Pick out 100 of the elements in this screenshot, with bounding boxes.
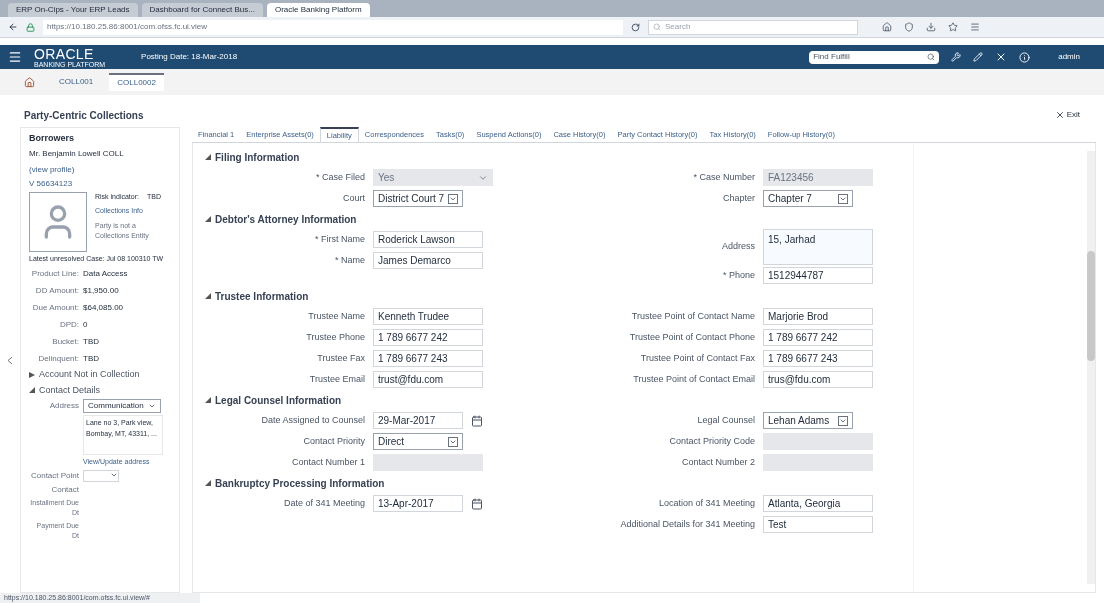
input-field[interactable]: FA123456 — [763, 169, 873, 186]
page-title: Party-Centric Collections — [24, 108, 144, 123]
group-header[interactable]: Account Not in Collection — [29, 368, 171, 382]
breadcrumb-tab[interactable]: COLL001 — [51, 73, 102, 91]
field-label: Contact Priority Code — [668, 434, 755, 448]
group-header[interactable]: Contact Details — [29, 383, 171, 397]
input-field[interactable] — [763, 454, 873, 471]
pencil-icon[interactable] — [973, 52, 984, 62]
input-field[interactable]: 1 789 6677 243 — [373, 350, 483, 367]
field-label: Contact Point — [29, 469, 79, 482]
reload-icon[interactable] — [631, 22, 640, 32]
input-field[interactable]: trust@fdu.com — [373, 371, 483, 388]
scrollbar[interactable] — [1087, 151, 1095, 584]
home-icon[interactable] — [882, 22, 892, 32]
input-field[interactable] — [763, 433, 873, 450]
calendar-icon[interactable] — [471, 414, 483, 427]
search-field[interactable]: Find Fulfill — [809, 50, 940, 64]
field-label: Trustee Fax — [316, 351, 365, 365]
field-label: * Name — [334, 253, 365, 267]
expanded-triangle-icon — [205, 216, 211, 222]
field-label: Date Assigned to Counsel — [260, 413, 365, 427]
browser-tab[interactable]: Oracle Banking Platform — [266, 3, 370, 17]
text-area[interactable]: 15, Jarhad — [763, 229, 873, 265]
search-icon — [927, 53, 936, 61]
field-label: Trustee Point of Contact Name — [630, 309, 755, 323]
field-label: Chapter — [721, 191, 755, 205]
input-field[interactable]: 1 789 6677 242 — [373, 329, 483, 346]
date-field[interactable]: 29-Mar-2017 — [373, 412, 463, 429]
home-icon[interactable] — [24, 76, 35, 88]
dropdown[interactable]: Communication — [83, 399, 161, 413]
wrench-icon[interactable] — [951, 52, 962, 62]
calendar-icon[interactable] — [471, 497, 483, 510]
expanded-triangle-icon — [205, 480, 211, 486]
date-field[interactable]: 13-Apr-2017 — [373, 495, 463, 512]
back-icon[interactable] — [8, 22, 18, 32]
section-header[interactable]: Debtor's Attorney Information — [205, 209, 901, 229]
collapse-handle-icon[interactable] — [8, 356, 12, 364]
field-label: Location of 341 Meeting — [657, 496, 755, 510]
fact-value: TBD — [83, 335, 99, 348]
browser-tab[interactable]: Dashboard for Connect Bus... — [141, 3, 263, 17]
section-header[interactable]: Trustee Information — [205, 286, 901, 306]
user-menu[interactable]: admin — [1058, 51, 1080, 63]
logo: ORACLE — [34, 46, 95, 61]
input-field[interactable]: Kenneth Trudee — [373, 308, 483, 325]
info-icon[interactable] — [1019, 51, 1031, 63]
menu-icon[interactable] — [8, 50, 22, 64]
section-header[interactable]: Filing Information — [205, 147, 901, 167]
expanded-triangle-icon — [205, 154, 211, 160]
input-field[interactable]: Atlanta, Georgia — [763, 495, 873, 512]
download-icon[interactable] — [926, 22, 936, 32]
panel-title: Borrowers — [29, 132, 75, 145]
view-profile-link[interactable]: (view profile) — [29, 163, 75, 176]
exit-button[interactable]: Exit — [1054, 109, 1080, 121]
input-field[interactable]: Marjorie Brod — [763, 308, 873, 325]
breadcrumb-tab[interactable]: COLL0002 — [109, 73, 164, 91]
caret-icon — [448, 436, 458, 447]
input-field[interactable]: 1 789 6677 242 — [763, 329, 873, 346]
field-label: * Phone — [721, 268, 755, 282]
dropdown[interactable]: District Court 7 — [373, 190, 463, 207]
search-icon — [653, 23, 661, 31]
field-label: * Case Number — [692, 170, 755, 184]
field-label: Date of 341 Meeting — [282, 496, 365, 510]
field-label: Trustee Name — [307, 309, 365, 323]
address-bar[interactable]: https://10.180.25.86:8001/com.ofss.fc.ui.view — [43, 19, 623, 35]
fact-value: 0 — [83, 318, 88, 331]
dropdown[interactable]: Direct — [373, 433, 463, 450]
section-header[interactable]: Legal Counsel Information — [205, 390, 901, 410]
field-label: Trustee Point of Contact Phone — [628, 330, 755, 344]
caret-icon — [838, 193, 848, 204]
dropdown[interactable]: Lehan Adams — [763, 412, 853, 429]
expanded-triangle-icon — [205, 293, 211, 299]
input-field[interactable]: James Demarco — [373, 252, 483, 269]
expanded-triangle-icon — [29, 387, 35, 394]
field-label: Trustee Point of Contact Email — [632, 372, 755, 386]
collapsed-triangle-icon — [29, 371, 35, 378]
star-icon[interactable] — [948, 22, 958, 32]
shield-icon[interactable] — [904, 22, 914, 32]
input-field[interactable]: 1512944787 — [763, 267, 873, 284]
field-label: Trustee Phone — [305, 330, 365, 344]
fact-label: Delinquent: — [37, 352, 79, 365]
fact-label: Bucket: — [51, 335, 79, 348]
close-icon — [1054, 110, 1065, 120]
expanded-triangle-icon — [205, 397, 211, 403]
lock-icon — [26, 22, 35, 32]
field-label: Address — [720, 240, 755, 254]
input-field[interactable]: trus@fdu.com — [763, 371, 873, 388]
field-label: Additional Details for 341 Meeting — [619, 517, 755, 531]
field-label: Contact — [50, 483, 79, 496]
section-header[interactable]: Bankruptcy Processing Information — [205, 473, 901, 493]
posting-date: Posting Date: 18-Mar-2018 — [141, 51, 238, 63]
input-field[interactable]: Roderick Lawson — [373, 231, 483, 248]
fact-value: $64,085.00 — [83, 301, 124, 314]
browser-tab[interactable]: ERP On-Cips - Your ERP Leads — [8, 3, 138, 17]
input-field[interactable]: 1 789 6677 243 — [763, 350, 873, 367]
fact-label: Product Line: — [30, 267, 79, 280]
input-field[interactable] — [373, 454, 483, 471]
fact-label: Due Amount: — [31, 301, 79, 314]
dropdown[interactable]: Chapter 7 — [763, 190, 853, 207]
dropdown[interactable]: Yes — [373, 169, 493, 186]
input-field[interactable]: Test — [763, 516, 873, 533]
